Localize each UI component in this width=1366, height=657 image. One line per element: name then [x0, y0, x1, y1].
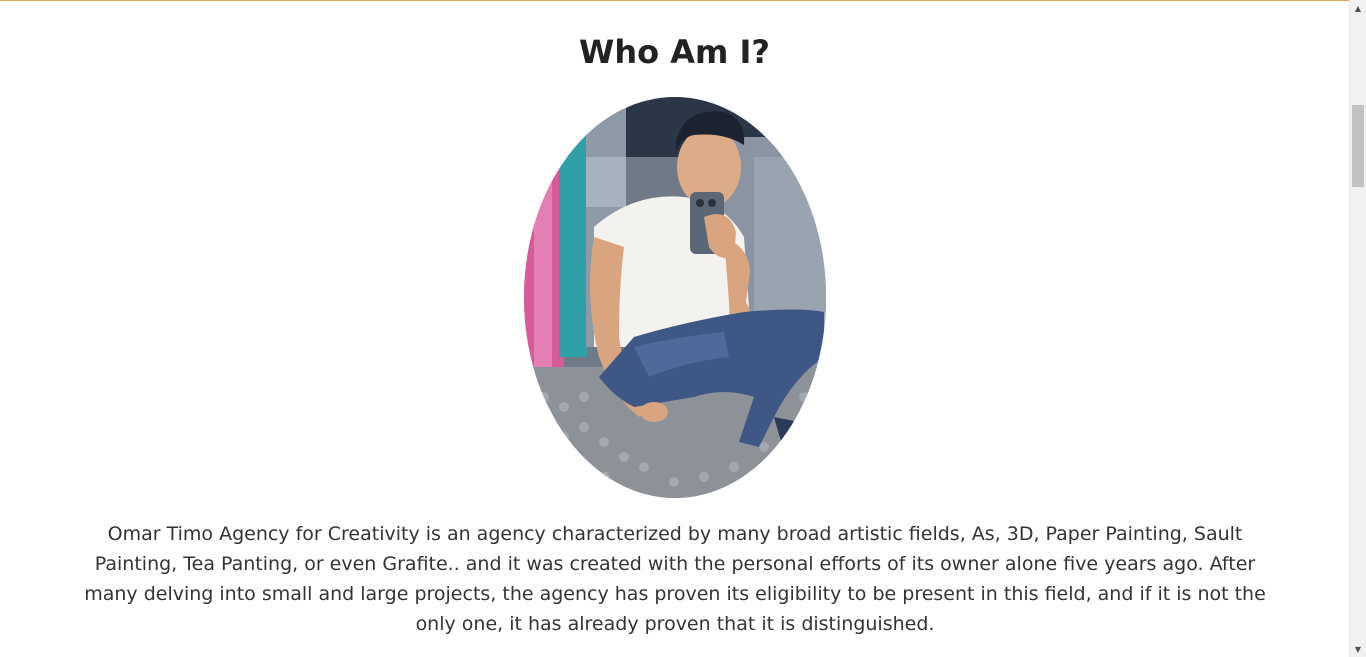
- scroll-down-arrow-icon[interactable]: ▼: [1350, 641, 1366, 657]
- page-viewport: Who Am I? Omar Timo Agency for Creativit…: [0, 0, 1366, 657]
- section-title: Who Am I?: [579, 33, 770, 71]
- scroll-up-arrow-icon[interactable]: ▲: [1350, 0, 1366, 16]
- about-section: Who Am I? Omar Timo Agency for Creativit…: [0, 0, 1349, 657]
- vertical-scrollbar[interactable]: ▲ ▼: [1349, 0, 1366, 657]
- profile-photo: [524, 97, 826, 498]
- about-paragraph: Omar Timo Agency for Creativity is an ag…: [84, 523, 1266, 635]
- scroll-thumb[interactable]: [1352, 105, 1364, 187]
- profile-photo-illustration: [524, 97, 826, 498]
